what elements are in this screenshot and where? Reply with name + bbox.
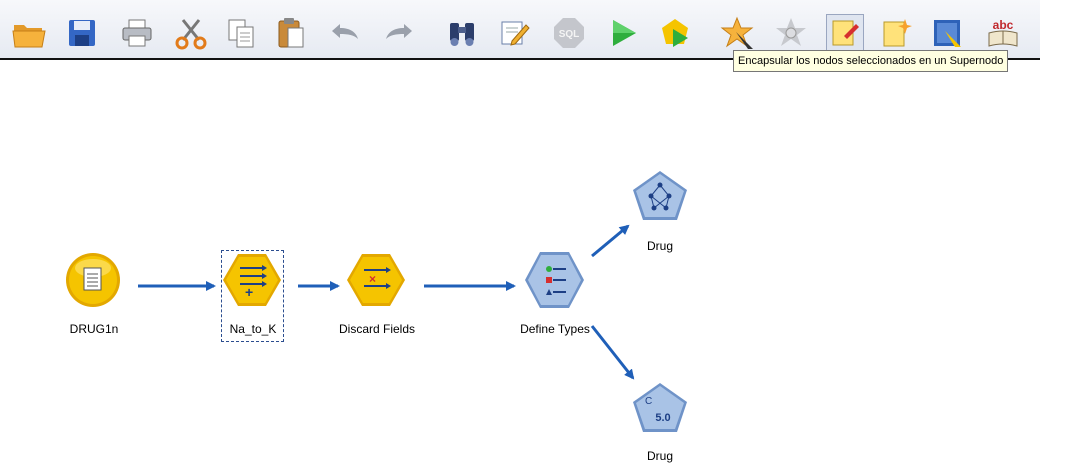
run-selection-icon[interactable]: [656, 14, 694, 52]
node-label-discard-fields: Discard Fields: [338, 322, 416, 336]
node-label-define-types: Define Types: [520, 322, 590, 336]
node-drug-c50[interactable]: C 5.0: [633, 383, 687, 432]
stream-canvas[interactable]: + × C 5.0: [0, 60, 1092, 464]
new-comment-icon[interactable]: [878, 14, 916, 52]
edit-icon[interactable]: [495, 14, 533, 52]
redo-icon[interactable]: [380, 14, 418, 52]
svg-text:abc: abc: [993, 18, 1014, 32]
node-label-drug-c50: Drug: [646, 449, 673, 463]
node-discard-fields[interactable]: ×: [347, 254, 405, 306]
run-icon[interactable]: [604, 14, 642, 52]
node-drug1n[interactable]: [66, 253, 120, 307]
svg-text:SQL: SQL: [559, 29, 580, 40]
paste-icon[interactable]: [272, 14, 310, 52]
node-label-drug-neural-net: Drug: [646, 239, 673, 253]
svg-text:C: C: [645, 396, 652, 407]
find-icon[interactable]: [443, 14, 481, 52]
sql-icon[interactable]: SQL: [550, 14, 588, 52]
save-icon[interactable]: [63, 14, 101, 52]
node-define-types[interactable]: [525, 252, 584, 308]
supernode-zoom-icon[interactable]: [772, 14, 810, 52]
link-types-drug-nn[interactable]: [591, 224, 630, 258]
supernode-create-icon[interactable]: [718, 14, 756, 52]
undo-icon[interactable]: [326, 14, 364, 52]
node-label-na-to-k: Na_to_K: [229, 322, 277, 336]
cut-icon[interactable]: [172, 14, 210, 52]
svg-text:×: ×: [369, 272, 376, 286]
open-icon[interactable]: [10, 14, 48, 52]
print-icon[interactable]: [118, 14, 156, 52]
svg-text:5.0: 5.0: [655, 412, 670, 424]
node-label-drug1n: DRUG1n: [69, 322, 119, 336]
annotation-icon[interactable]: [826, 14, 864, 52]
zoom-icon[interactable]: [928, 14, 966, 52]
copy-icon[interactable]: [222, 14, 260, 52]
spell-check-icon[interactable]: abc: [984, 14, 1022, 52]
node-drug-neural-net[interactable]: [633, 171, 687, 220]
